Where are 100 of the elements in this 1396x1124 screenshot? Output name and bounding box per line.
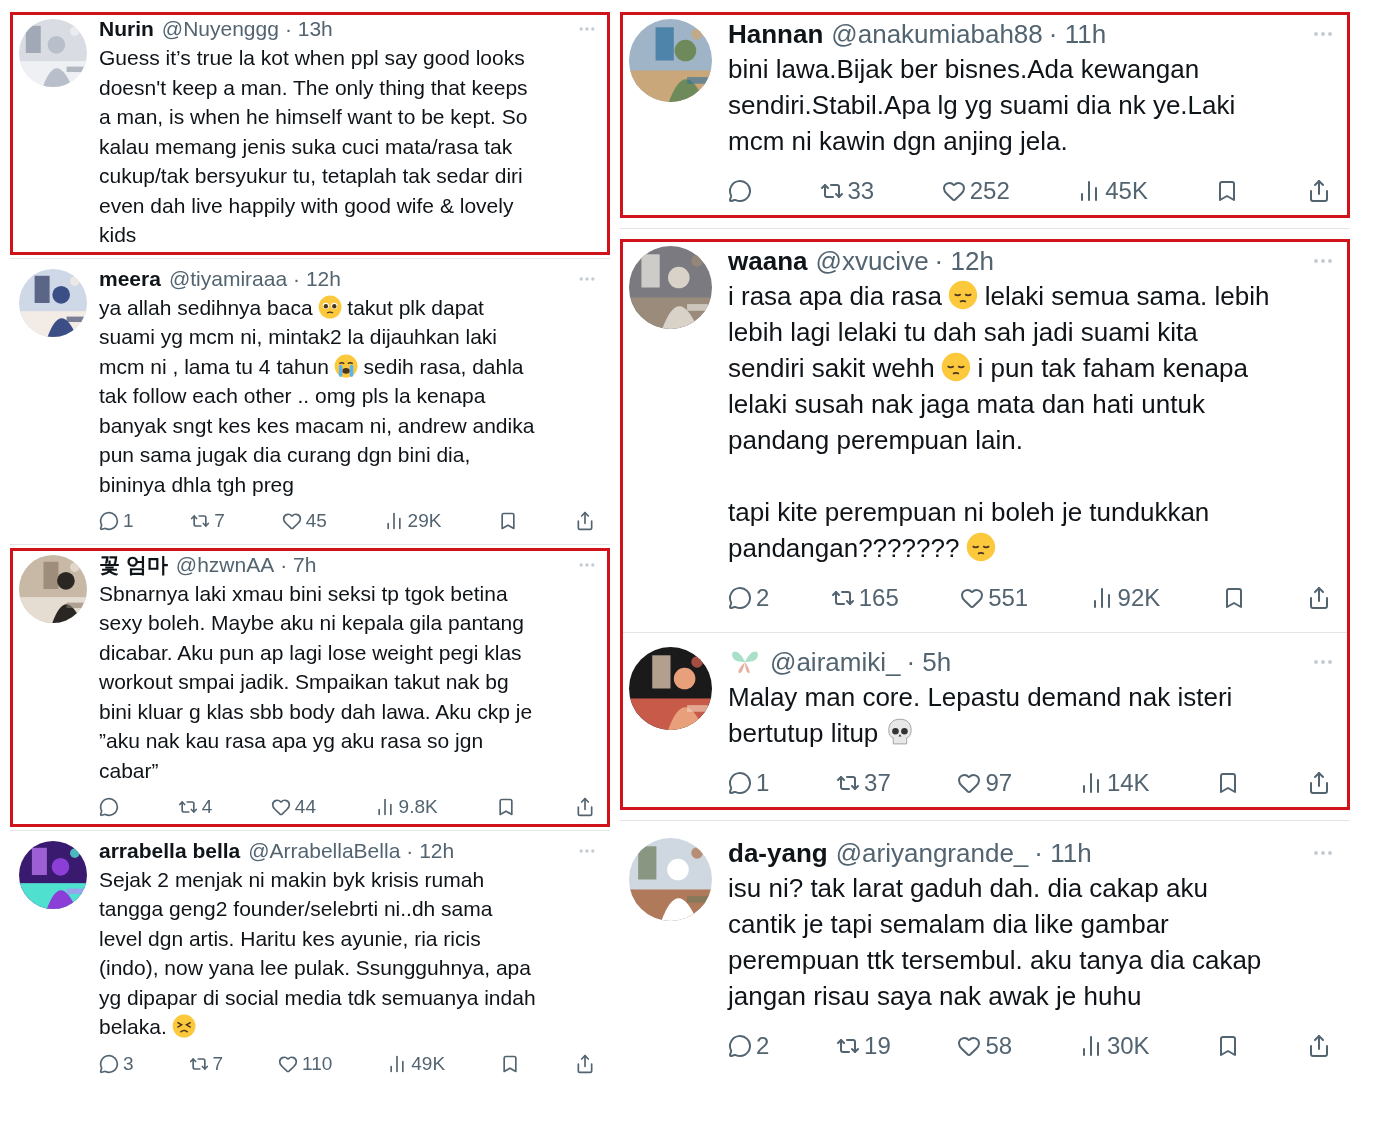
- reply-count: 1: [123, 509, 134, 533]
- post-text: lelaki semua sama. lebih: [984, 281, 1270, 311]
- post-text: tangga geng2 founder/selebrti ni..dh sama: [99, 897, 493, 920]
- user-handle: @tiyamiraaa: [168, 265, 288, 292]
- reply-count: 1: [756, 768, 770, 798]
- post-text: bertutup litup: [728, 718, 879, 748]
- user-handle: @airamiki_: [770, 646, 901, 679]
- user-name: da-yang: [728, 837, 828, 870]
- heart-icon[interactable]: [278, 1053, 299, 1074]
- post-text: belaka.: [99, 1015, 167, 1038]
- face-emoji-icon: [941, 352, 972, 383]
- post-time: · 11h: [1034, 837, 1092, 870]
- like-count: 551: [988, 583, 1029, 613]
- post-time: · 12h: [934, 245, 994, 278]
- post-text: Sejak 2 menjak ni makin byk krisis rumah: [99, 867, 485, 891]
- user-handle: @Nuyenggg: [161, 16, 279, 42]
- view-count: 14K: [1106, 768, 1150, 798]
- post-text: pun sama jugak dia curang dgn bini dia,: [99, 443, 471, 466]
- reply-icon[interactable]: [99, 511, 119, 532]
- user-handle: @ArrabellaBella: [248, 837, 401, 864]
- post-text: even dah live happily with good wife & lovely: [99, 193, 514, 217]
- post-text: level dgn artis. Haritu kes ayunie, ria ricis: [99, 926, 481, 950]
- user-handle: @anakumiabah88: [831, 18, 1043, 51]
- post-text: cukup/tak bersyukur tu, tetaplah tak sedar diri: [99, 164, 523, 187]
- post-text: tapi kite perempuan ni boleh je tundukkan: [728, 497, 1210, 527]
- post-text: Sbnarnya laki xmau bini seksi tp tgok betina: [99, 581, 508, 605]
- post-text: ya allah sedihnya baca: [99, 295, 313, 319]
- view-count: 92K: [1117, 583, 1161, 613]
- repost-count: 4: [201, 795, 213, 819]
- post-text: cabar”: [99, 758, 159, 782]
- like-count: 58: [985, 1031, 1013, 1061]
- post-text: isu ni? tak larat gaduh dah. dia cakap aku: [728, 873, 1208, 903]
- post-text: suami yg mcm ni, mintak2 la dijauhkan laki: [99, 325, 497, 348]
- heart-icon[interactable]: [270, 797, 291, 818]
- repost-count: 165: [858, 583, 899, 613]
- reply-icon[interactable]: [728, 586, 752, 610]
- post-time: · 11h: [1048, 18, 1107, 51]
- reply-icon[interactable]: [728, 771, 752, 795]
- post-text: lebih lagi lelaki tu dah sah jadi suami kita: [728, 317, 1198, 347]
- post-text: sendiri.Stabil.Apa lg yg suami dia nk ye.Laki: [728, 90, 1236, 120]
- post-text: bini kluar g klas sbb body dah lawa. Aku ckp je: [99, 699, 533, 723]
- post-text: Malay man core. Lepastu demand nak isteri: [728, 682, 1233, 712]
- user-name: 꽃 엄마: [99, 551, 168, 578]
- post-text: pandangan???????: [728, 533, 960, 563]
- face-emoji-icon: [948, 280, 979, 311]
- post-text: banyak sngt kes kes macam ni, andrew andika: [99, 413, 535, 437]
- share-icon[interactable]: [1307, 771, 1331, 795]
- reply-icon[interactable]: [99, 797, 119, 818]
- user-name: Nurin: [99, 16, 154, 42]
- post-time: · 5h: [906, 646, 952, 679]
- heart-icon[interactable]: [957, 1034, 982, 1058]
- post-text: mcm ni , lama tu 4 tahun: [99, 354, 329, 378]
- user-name: waana: [728, 245, 808, 278]
- like-count: 44: [294, 795, 316, 819]
- reply-count: 3: [123, 1051, 134, 1076]
- user-handle: @hzwnAA: [175, 551, 275, 578]
- repost-count: 37: [864, 768, 891, 798]
- bookmark-icon[interactable]: [500, 1053, 520, 1074]
- like-count: 97: [985, 768, 1013, 798]
- post-text: cantik je tapi semalam dia like gambar: [728, 909, 1169, 939]
- post-text: ”aku nak kau rasa apa yg aku rasa so jgn: [99, 729, 484, 752]
- post-time: · 12h: [406, 837, 455, 864]
- user-handle: @xvucive: [815, 245, 929, 278]
- face-emoji-icon: [334, 353, 359, 378]
- heart-icon[interactable]: [941, 179, 966, 203]
- reply-icon[interactable]: [99, 1053, 119, 1074]
- reply-icon[interactable]: [728, 1034, 752, 1058]
- repost-count: 7: [214, 509, 225, 533]
- view-count: 30K: [1106, 1031, 1150, 1061]
- reply-icon[interactable]: [728, 179, 752, 203]
- heart-icon[interactable]: [957, 771, 982, 795]
- post-text: sedih rasa, dahla: [363, 354, 524, 378]
- user-handle: @ariyangrande_: [835, 837, 1029, 870]
- share-icon[interactable]: [1307, 1034, 1331, 1058]
- post-text: pandang perempuan lain.: [728, 425, 1023, 455]
- user-name: meera: [99, 265, 161, 292]
- post-text: kids: [99, 223, 137, 246]
- post-text: lelaki susah nak jaga mata dan hati untuk: [728, 389, 1205, 419]
- face-emoji-icon: [317, 294, 343, 319]
- post-text: tak follow each other .. omg pls la kenapa: [99, 384, 486, 407]
- post-time: · 12h: [293, 265, 341, 292]
- post-text: bininya dhla tgh preg: [99, 472, 294, 496]
- like-count: 110: [302, 1051, 333, 1076]
- post-text: mcm ni kawin dgn anjing jela.: [728, 126, 1068, 156]
- post-text: i pun tak faham kenapa: [977, 353, 1248, 383]
- heart-icon[interactable]: [960, 586, 985, 610]
- post-text: i rasa apa dia rasa: [728, 281, 942, 311]
- post-time: · 13h: [284, 16, 333, 42]
- repost-count: 19: [864, 1031, 891, 1061]
- face-emoji-icon: [171, 1014, 197, 1039]
- post-text: bini lawa.Bijak ber bisnes.Ada kewangan: [728, 54, 1200, 84]
- face-emoji-icon: [965, 532, 996, 563]
- post-text: a man, is when he himself want to be kept. So: [99, 105, 528, 128]
- post-text: doesn't keep a man. The only thing that keeps: [99, 75, 528, 99]
- post-text: jangan risau saya nak awak je huhu: [728, 981, 1142, 1011]
- post-text: (indo), now yana lee pulak. Ssungguhnya, apa: [99, 956, 531, 979]
- heart-icon[interactable]: [281, 511, 302, 532]
- reply-count: 2: [756, 583, 770, 613]
- view-count: 45K: [1105, 176, 1148, 206]
- view-count: 29K: [407, 509, 442, 533]
